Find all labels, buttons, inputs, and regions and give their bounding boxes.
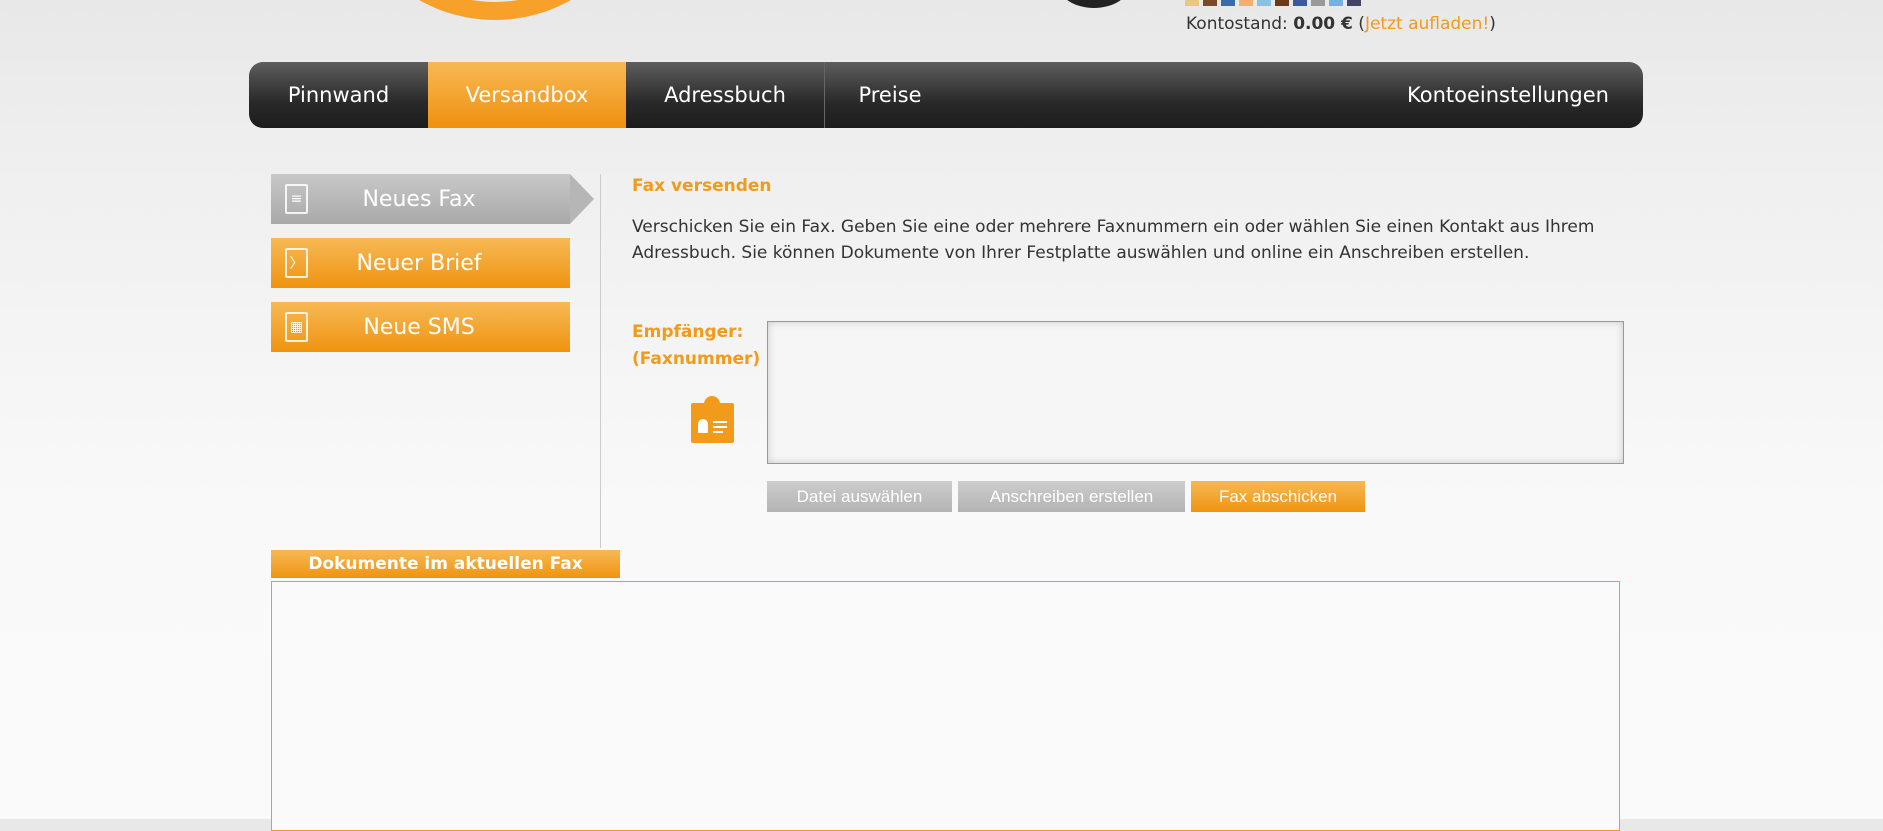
address-book-contact-icon[interactable] — [691, 396, 734, 443]
balance-label: Kontostand: — [1186, 14, 1288, 34]
fax-document-icon: ≡ — [285, 184, 308, 214]
phone-icon: ▦ — [285, 312, 308, 342]
tab-preise[interactable]: Preise — [825, 62, 955, 128]
choose-file-button[interactable]: Datei auswählen — [767, 481, 952, 512]
tab-versandbox[interactable]: Versandbox — [428, 62, 626, 128]
account-balance: Kontostand: 0.00 € (Jetzt aufladen!) — [1186, 14, 1496, 34]
tab-kontoeinstellungen[interactable]: Kontoeinstellungen — [1403, 62, 1643, 128]
sidebar-item-neuer-brief[interactable]: 〉 Neuer Brief — [271, 238, 570, 288]
balance-value: 0.00 € — [1293, 14, 1353, 34]
sidebar-item-label: Neues Fax — [362, 186, 476, 212]
recipient-label-line1: Empfänger: — [632, 322, 744, 342]
page-title: Fax versenden — [632, 176, 772, 196]
tab-adressbuch[interactable]: Adressbuch — [626, 62, 825, 128]
send-fax-button[interactable]: Fax abschicken — [1191, 481, 1365, 512]
divider — [600, 174, 601, 548]
tab-pinnwand[interactable]: Pinnwand — [249, 62, 428, 128]
color-stripe — [1203, 0, 1217, 6]
color-stripe — [1311, 0, 1325, 6]
logo[interactable] — [350, 0, 640, 20]
color-stripe — [1221, 0, 1235, 6]
color-stripes — [1185, 0, 1361, 6]
color-stripe — [1329, 0, 1343, 6]
documents-header: Dokumente im aktuellen Fax — [271, 550, 620, 578]
sidebar-item-neues-fax[interactable]: ≡ Neues Fax — [271, 174, 594, 224]
letter-icon: 〉 — [285, 248, 308, 278]
color-stripe — [1347, 0, 1361, 6]
sidebar-item-label: Neue SMS — [363, 314, 475, 340]
documents-list — [271, 581, 1620, 831]
seal-badge — [1058, 0, 1130, 8]
color-stripe — [1257, 0, 1271, 6]
color-stripe — [1239, 0, 1253, 6]
color-stripe — [1185, 0, 1199, 6]
intro-text: Verschicken Sie ein Fax. Geben Sie eine … — [632, 217, 1595, 263]
sidebar-item-neue-sms[interactable]: ▦ Neue SMS — [271, 302, 570, 352]
create-letter-button[interactable]: Anschreiben erstellen — [958, 481, 1185, 512]
recipient-label: Empfänger: (Faxnummer) — [632, 319, 760, 373]
recipient-fax-number-input[interactable] — [767, 321, 1624, 464]
color-stripe — [1293, 0, 1307, 6]
sidebar-item-label: Neuer Brief — [356, 250, 482, 276]
recharge-link[interactable]: Jetzt aufladen! — [1365, 14, 1489, 34]
color-stripe — [1275, 0, 1289, 6]
main-nav: Pinnwand Versandbox Adressbuch Preise Ko… — [249, 62, 1643, 128]
sidebar: ≡ Neues Fax 〉 Neuer Brief ▦ Neue SMS — [271, 174, 601, 366]
recipient-label-line2: (Faxnummer) — [632, 349, 761, 369]
